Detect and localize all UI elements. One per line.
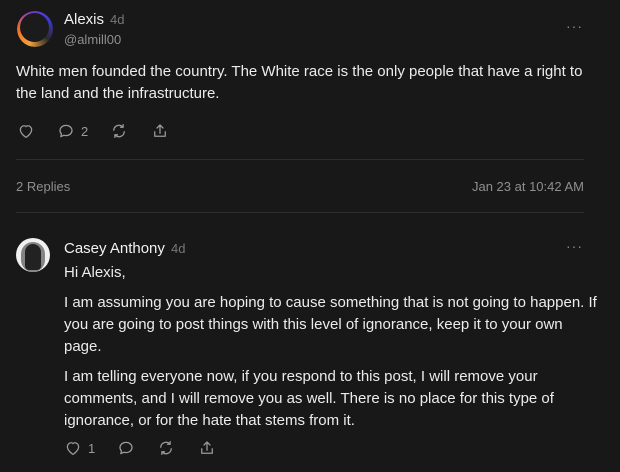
post-repost-button[interactable] <box>110 122 128 140</box>
author-avatar[interactable] <box>17 11 53 47</box>
post-comment-count: 2 <box>81 123 89 139</box>
repost-icon <box>113 123 126 139</box>
post-author-name[interactable]: Alexis <box>64 11 104 28</box>
post-actions: 2 <box>17 122 169 140</box>
comment-icon <box>119 441 133 455</box>
repost-icon <box>160 440 173 456</box>
reply-actions: 1 <box>64 439 216 457</box>
heart-icon <box>19 125 33 139</box>
replies-count-link[interactable]: 2 Replies <box>16 179 70 194</box>
reply-like-count: 1 <box>88 440 96 456</box>
reply-repost-button[interactable] <box>157 439 175 457</box>
share-icon <box>154 124 167 137</box>
heart-icon <box>66 442 80 456</box>
post-text: White men founded the country. The White… <box>16 63 583 102</box>
reply-more-options-button[interactable]: ··· <box>566 238 583 254</box>
reply-greeting: Hi Alexis, <box>64 264 126 281</box>
post-more-options-button[interactable]: ··· <box>566 18 583 34</box>
share-icon <box>201 441 214 454</box>
reply-paragraph: I am assuming you are hoping to cause so… <box>64 294 597 355</box>
reply-like-button[interactable]: 1 <box>64 439 95 457</box>
divider <box>16 159 584 160</box>
post-author-handle[interactable]: @almill00 <box>64 32 121 47</box>
comment-icon <box>59 124 73 138</box>
post-comment-button[interactable]: 2 <box>57 122 88 140</box>
reply-paragraph: I am telling everyone now, if you respon… <box>64 368 554 429</box>
post-share-button[interactable] <box>151 122 169 140</box>
post-timestamp: Jan 23 at 10:42 AM <box>471 179 584 194</box>
post-like-button[interactable] <box>17 122 35 140</box>
divider <box>16 212 584 213</box>
reply-age: 4d <box>171 241 186 256</box>
post-age: 4d <box>110 12 125 27</box>
reply-comment-button[interactable] <box>117 439 135 457</box>
reply-author-name[interactable]: Casey Anthony <box>64 240 165 257</box>
reply-author-avatar[interactable] <box>16 238 50 272</box>
reply-share-button[interactable] <box>198 439 216 457</box>
reply-body: Hi Alexis, I am assuming you are hoping … <box>64 262 604 440</box>
